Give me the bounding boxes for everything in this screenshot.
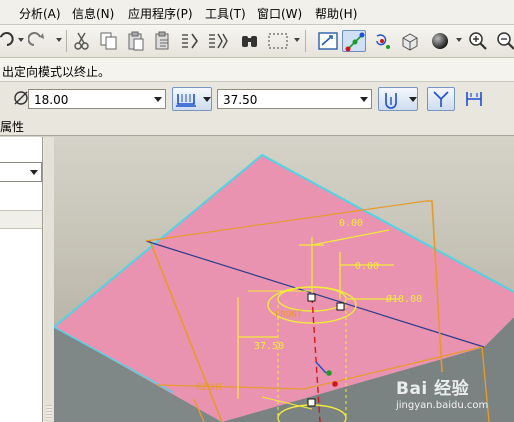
saved-views-icon[interactable] xyxy=(398,30,422,52)
select-box-icon[interactable] xyxy=(266,30,290,52)
diameter-field[interactable]: 18.00 xyxy=(28,89,166,109)
depth-value: 37.50 xyxy=(223,93,258,107)
datum-front-label: FRONT xyxy=(275,310,303,320)
datum-right-label: RIGHT xyxy=(196,383,224,393)
paste-icon[interactable] xyxy=(124,30,148,52)
tab-properties[interactable]: 属性 xyxy=(0,118,24,135)
dim-depth-label[interactable]: 37.50 xyxy=(254,341,284,352)
undo-icon[interactable] xyxy=(0,30,14,52)
dim-offset-2-label[interactable]: 0.00 xyxy=(355,261,379,272)
zoom-out-icon[interactable] xyxy=(494,30,514,52)
flip-side-icon[interactable] xyxy=(462,88,486,110)
direction-handle-green[interactable] xyxy=(326,370,332,376)
regenerate-manager-icon[interactable] xyxy=(206,30,230,52)
tree-filter-select[interactable] xyxy=(0,162,42,182)
toolbar-separator xyxy=(305,30,306,52)
spin-center-icon[interactable] xyxy=(342,30,366,52)
menu-bar: 分析(A) 信息(N) 应用程序(P) 工具(T) 窗口(W) 帮助(H) xyxy=(0,0,514,25)
select-dropdown-icon[interactable] xyxy=(294,38,300,42)
chevron-down-icon[interactable] xyxy=(154,97,162,102)
vertical-scrollbar[interactable] xyxy=(44,137,54,422)
menu-tools[interactable]: 工具(T) xyxy=(205,5,246,22)
shading-dropdown-icon[interactable] xyxy=(456,38,462,42)
find-icon[interactable] xyxy=(238,30,262,52)
main-toolbar xyxy=(0,25,514,58)
cut-icon[interactable] xyxy=(70,30,94,52)
diameter-value: 18.00 xyxy=(34,93,69,107)
model-tree-panel xyxy=(0,137,54,422)
redo-icon[interactable] xyxy=(28,30,52,52)
message-area: 出定向模式以终止。 xyxy=(0,58,514,82)
depth-option-button[interactable] xyxy=(172,87,212,111)
flip-direction-button[interactable] xyxy=(427,87,455,111)
depth-type-button[interactable] xyxy=(378,87,418,111)
watermark-url: jingyan.baidu.com xyxy=(396,400,489,411)
regenerate-icon[interactable] xyxy=(178,30,202,52)
chevron-down-icon[interactable] xyxy=(30,170,38,175)
menu-help[interactable]: 帮助(H) xyxy=(315,5,357,22)
dim-offset-1-label[interactable]: 0.00 xyxy=(339,218,363,229)
dim-diameter-label[interactable]: Ø18.00 xyxy=(386,293,422,305)
depth-field[interactable]: 37.50 xyxy=(217,89,372,109)
menu-analysis[interactable]: 分析(A) xyxy=(19,5,61,22)
toolbar-separator xyxy=(66,30,67,52)
depth-handle[interactable] xyxy=(307,398,316,407)
scrollbar-thumb[interactable] xyxy=(46,405,52,419)
chevron-down-icon[interactable] xyxy=(360,97,368,102)
shading-icon[interactable] xyxy=(428,30,452,52)
menu-applications[interactable]: 应用程序(P) xyxy=(128,5,193,22)
orient-mode-icon[interactable] xyxy=(370,30,394,52)
paste-special-icon[interactable] xyxy=(151,30,175,52)
message-text: 出定向模式以终止。 xyxy=(2,65,111,79)
tree-column-header xyxy=(0,210,42,229)
placement-handle[interactable] xyxy=(307,293,316,302)
diameter-handle[interactable] xyxy=(336,302,345,311)
redraw-icon[interactable] xyxy=(316,30,340,52)
watermark: Bai 经验 jingyan.baidu.com xyxy=(390,372,514,422)
direction-handle-red[interactable] xyxy=(332,381,338,387)
dashboard-tabs: 属性 xyxy=(0,116,514,136)
watermark-brand: Bai 经验 xyxy=(396,379,470,399)
hole-dashboard: 18.00 37.50 xyxy=(0,82,514,116)
menu-info[interactable]: 信息(N) xyxy=(72,5,114,22)
undo-dropdown-icon[interactable] xyxy=(18,38,24,42)
redo-dropdown-icon[interactable] xyxy=(56,38,62,42)
zoom-in-icon[interactable] xyxy=(466,30,490,52)
menu-window[interactable]: 窗口(W) xyxy=(257,5,302,22)
copy-icon[interactable] xyxy=(97,30,121,52)
